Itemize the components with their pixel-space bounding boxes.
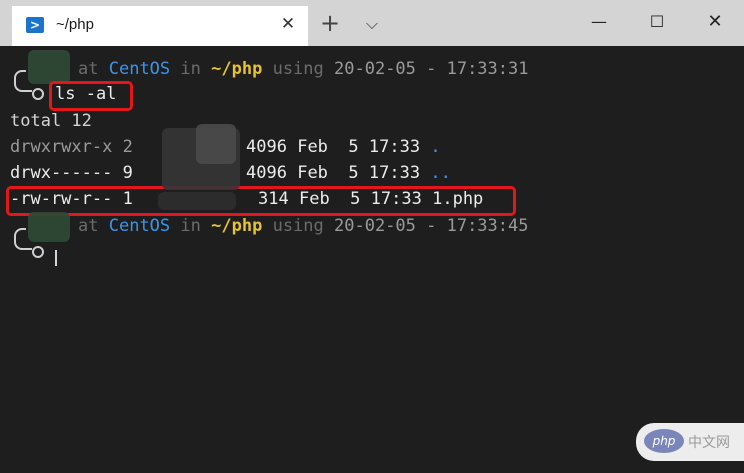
month: Feb: [297, 137, 328, 157]
prompt-at: at: [78, 59, 99, 79]
size: 4096: [246, 137, 287, 157]
chevron-down-icon[interactable]: ⌵: [360, 12, 384, 36]
prompt-corner-bottom: [14, 238, 32, 250]
prompt-time: 20-02-05 - 17:33:45: [334, 216, 529, 236]
prompt-host: CentOS: [108, 216, 171, 236]
ls-row: drwxrwxr-x 2: [10, 136, 133, 158]
links: 2: [122, 137, 133, 157]
prompt-using: using: [272, 59, 324, 79]
powershell-icon: >: [26, 17, 44, 33]
tab-close-icon[interactable]: ✕: [278, 14, 298, 34]
month: Feb: [297, 163, 328, 183]
php-logo: php: [644, 429, 684, 453]
prompt-dir: ~/php: [211, 59, 263, 79]
total-line: total 12: [10, 111, 92, 131]
prompt-circle-icon: [32, 246, 44, 258]
new-tab-button[interactable]: +: [318, 11, 342, 36]
ls-row-meta: 4096 Feb 5 17:33 .: [246, 136, 441, 158]
prompt-using: using: [272, 216, 324, 236]
day: 5: [348, 163, 359, 183]
prompt-dir: ~/php: [211, 216, 263, 236]
text-cursor: [55, 250, 57, 266]
file-row-highlight: [6, 186, 516, 216]
redacted-username: [28, 50, 70, 84]
minimize-button[interactable]: —: [576, 0, 622, 44]
prompt-host: CentOS: [108, 59, 171, 79]
perm: drwxrwxr-x: [10, 137, 113, 157]
prompt-in: in: [180, 59, 201, 79]
close-window-button[interactable]: ✕: [692, 0, 738, 44]
time: 17:33: [368, 137, 421, 157]
ls-row: drwx------ 9: [10, 162, 133, 184]
watermark-text: 中文网: [688, 435, 730, 451]
redacted-username: [28, 212, 70, 242]
perm: drwx------: [10, 163, 113, 183]
prompt-in: in: [180, 216, 201, 236]
title-bar: > ~/php ✕ + ⌵ — ☐ ✕: [0, 0, 744, 46]
filename: .: [430, 137, 441, 157]
tab-title: ~/php: [56, 16, 94, 33]
redacted-owner-group: [196, 124, 236, 164]
prompt-circle-icon: [32, 88, 44, 100]
terminal-output[interactable]: at CentOS in ~/php using 20-02-05 - 17:3…: [0, 46, 744, 473]
ls-row-meta: 4096 Feb 5 17:33 ..: [246, 162, 451, 184]
prompt-at: at: [78, 216, 99, 236]
prompt-1-line: at CentOS in ~/php using 20-02-05 - 17:3…: [78, 58, 528, 80]
redacted-owner-group: [158, 192, 236, 210]
command-highlight: [49, 81, 133, 111]
prompt-time: 20-02-05 - 17:33:31: [334, 59, 529, 79]
prompt-2-line: at CentOS in ~/php using 20-02-05 - 17:3…: [78, 215, 528, 237]
filename: ..: [430, 163, 451, 183]
time: 17:33: [368, 163, 421, 183]
links: 9: [122, 163, 133, 183]
prompt-corner-bottom: [14, 80, 32, 92]
size: 4096: [246, 163, 287, 183]
terminal-tab[interactable]: > ~/php ✕: [12, 6, 308, 46]
day: 5: [348, 137, 359, 157]
watermark: php 中文网: [636, 423, 744, 461]
maximize-button[interactable]: ☐: [634, 0, 680, 44]
